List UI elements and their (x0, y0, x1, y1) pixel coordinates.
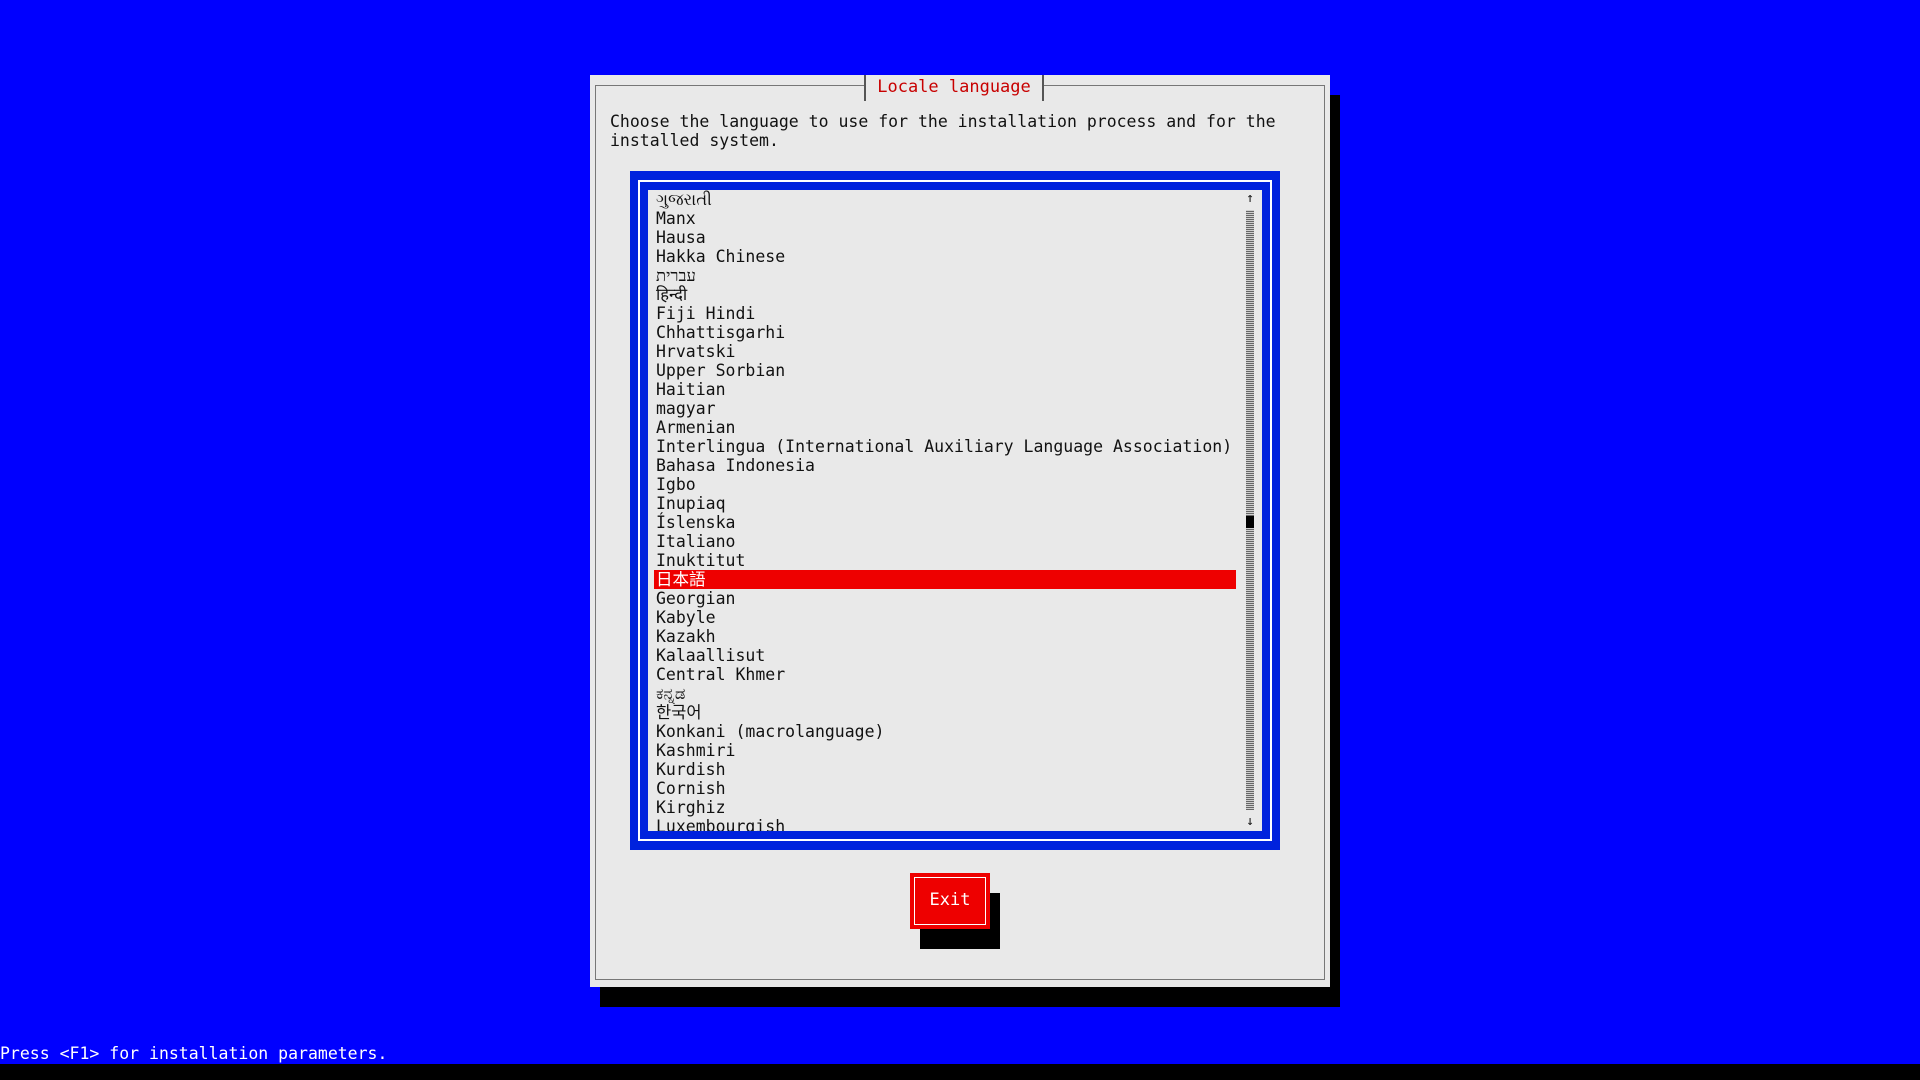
language-item[interactable]: Kabyle (654, 608, 1236, 627)
status-line: Press <F1> for installation parameters. (0, 1044, 388, 1063)
language-item[interactable]: हिन्दी (654, 285, 1236, 304)
dialog-prompt: Choose the language to use for the insta… (610, 112, 1276, 150)
language-item[interactable]: Inupiaq (654, 494, 1236, 513)
language-item[interactable]: Manx (654, 209, 1236, 228)
exit-button-label: Exit (914, 877, 986, 925)
language-item[interactable]: Interlingua (International Auxiliary Lan… (654, 437, 1236, 456)
scroll-up-icon[interactable]: ↑ (1244, 191, 1256, 207)
language-item[interactable]: Chhattisgarhi (654, 323, 1236, 342)
language-list-frame: ગુજરાતી Manx Hausa Hakka Chinese עברית हिन्दी… (638, 180, 1272, 841)
language-list-box: ગુજરાતી Manx Hausa Hakka Chinese עברית हिन्दी… (630, 171, 1280, 850)
language-item[interactable]: Armenian (654, 418, 1236, 437)
language-item-selected[interactable]: 日本語 (654, 570, 1236, 589)
locale-language-dialog: Locale language Choose the language to u… (590, 75, 1330, 987)
language-item[interactable]: Haitian (654, 380, 1236, 399)
language-item[interactable]: Georgian (654, 589, 1236, 608)
scroll-thumb[interactable] (1246, 515, 1254, 528)
language-item[interactable]: Hakka Chinese (654, 247, 1236, 266)
language-item[interactable]: Hrvatski (654, 342, 1236, 361)
language-item[interactable]: Italiano (654, 532, 1236, 551)
language-item[interactable]: Upper Sorbian (654, 361, 1236, 380)
language-list-items: ગુજરાતી Manx Hausa Hakka Chinese עברית हिन्दी… (654, 190, 1236, 831)
language-item[interactable]: ಕನ್ನಡ (654, 684, 1236, 703)
language-item[interactable]: Igbo (654, 475, 1236, 494)
language-list[interactable]: ગુજરાતી Manx Hausa Hakka Chinese עברית हिन्दी… (648, 190, 1262, 831)
language-item[interactable]: Inuktitut (654, 551, 1236, 570)
language-item[interactable]: ગુજરાતી (654, 190, 1236, 209)
language-item[interactable]: עברית (654, 266, 1236, 285)
language-item[interactable]: Hausa (654, 228, 1236, 247)
language-item[interactable]: Kashmiri (654, 741, 1236, 760)
scrollbar[interactable]: ↑ ↓ (1244, 190, 1256, 831)
language-item[interactable]: Kazakh (654, 627, 1236, 646)
language-item[interactable]: Kalaallisut (654, 646, 1236, 665)
language-item[interactable]: 한국어 (654, 703, 1236, 722)
language-item[interactable]: magyar (654, 399, 1236, 418)
bottom-bar (0, 1064, 1920, 1080)
language-item[interactable]: Fiji Hindi (654, 304, 1236, 323)
exit-button[interactable]: Exit (910, 873, 990, 929)
language-item[interactable]: Kirghiz (654, 798, 1236, 817)
language-item[interactable]: Íslenska (654, 513, 1236, 532)
language-item[interactable]: Bahasa Indonesia (654, 456, 1236, 475)
dialog-title: Locale language (864, 75, 1044, 101)
scroll-down-icon[interactable]: ↓ (1244, 814, 1256, 830)
language-item[interactable]: Central Khmer (654, 665, 1236, 684)
language-item[interactable]: Luxembourgish (654, 817, 1236, 831)
language-item[interactable]: Cornish (654, 779, 1236, 798)
language-item[interactable]: Kurdish (654, 760, 1236, 779)
scroll-track[interactable] (1246, 210, 1254, 810)
language-item[interactable]: Konkani (macrolanguage) (654, 722, 1236, 741)
